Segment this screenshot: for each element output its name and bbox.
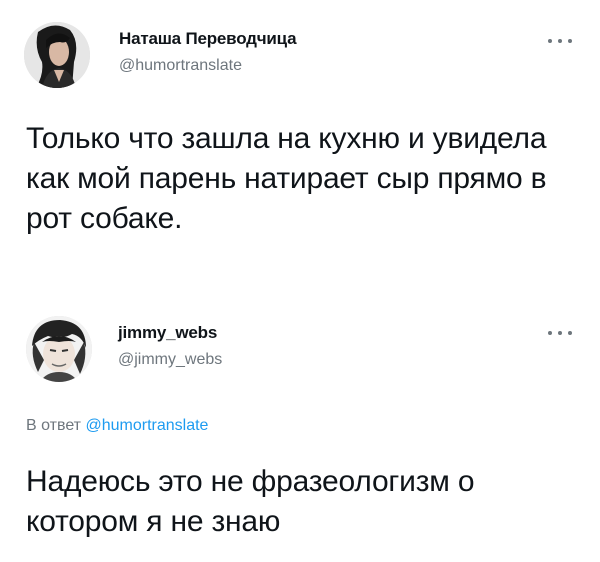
dot	[548, 331, 552, 335]
tweet-original: Наташа Переводчица @humortranslate Тольк…	[0, 0, 600, 305]
tweet-reply: jimmy_webs @jimmy_webs В ответ @humortra…	[0, 305, 600, 562]
display-name[interactable]: Наташа Переводчица	[119, 29, 297, 49]
reply-mention-link[interactable]: @humortranslate	[85, 417, 208, 434]
dot	[548, 39, 552, 43]
dot	[568, 331, 572, 335]
dot	[558, 331, 562, 335]
reply-prefix: В ответ	[26, 417, 82, 434]
dot	[558, 39, 562, 43]
display-name[interactable]: jimmy_webs	[118, 323, 217, 343]
user-handle[interactable]: @humortranslate	[119, 57, 242, 75]
avatar[interactable]	[26, 316, 92, 382]
tweet-text: Только что зашла на кухню и увидела как …	[26, 122, 547, 235]
more-options-icon[interactable]	[548, 328, 572, 338]
tweet-text: Надеюсь это не фразеологизм о котором я …	[26, 465, 475, 538]
reply-to-line: В ответ @humortranslate	[26, 417, 208, 435]
user-avatar-icon	[24, 22, 90, 88]
user-handle[interactable]: @jimmy_webs	[118, 351, 222, 369]
more-options-icon[interactable]	[548, 36, 572, 46]
dot	[568, 39, 572, 43]
avatar[interactable]	[24, 22, 90, 88]
user-avatar-icon	[26, 316, 92, 382]
